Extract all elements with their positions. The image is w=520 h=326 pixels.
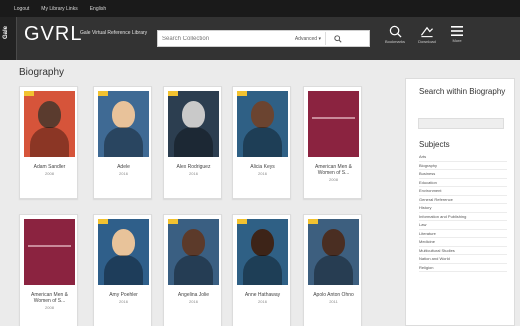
download-button[interactable]: Download xyxy=(412,25,442,55)
book-title[interactable]: Apolo Anton Ohno xyxy=(306,292,361,298)
book-date: 2016 xyxy=(189,171,198,176)
book-card[interactable]: Angelina Jolie 2016 xyxy=(163,214,222,326)
subject-link[interactable]: Literature xyxy=(419,230,507,238)
book-cover[interactable] xyxy=(237,219,288,285)
book-card[interactable]: Adam Sandler 2008 xyxy=(19,86,78,199)
book-title[interactable]: Adele xyxy=(96,164,151,170)
page-title: Biography xyxy=(19,67,65,78)
bookmarks-button[interactable]: Bookmarks xyxy=(380,25,410,55)
subject-link[interactable]: Information and Publishing xyxy=(419,213,507,221)
book-card[interactable]: American Men & Women of S... 2008 xyxy=(303,86,362,199)
book-date: 2008 xyxy=(329,177,338,182)
bookmarks-icon xyxy=(389,25,402,38)
subjects-heading: Subjects xyxy=(419,140,450,149)
subject-link[interactable]: General Reference xyxy=(419,196,507,204)
book-title[interactable]: Alex Rodriguez xyxy=(166,164,221,170)
brand-logo[interactable]: GVRL xyxy=(24,23,82,46)
book-date: 2008 xyxy=(45,171,54,176)
book-card[interactable]: Anne Hathaway 2016 xyxy=(232,214,291,326)
download-icon xyxy=(420,26,433,38)
utility-bar: Logout My Library Links English xyxy=(0,0,520,17)
book-cover[interactable] xyxy=(237,91,288,157)
book-date: 2016 xyxy=(189,299,198,304)
book-card[interactable]: Adele 2016 xyxy=(93,86,152,199)
book-date: 2008 xyxy=(45,305,54,310)
search-input[interactable] xyxy=(158,32,288,45)
menu-icon xyxy=(451,26,463,36)
brand-subtitle: Gale Virtual Reference Library xyxy=(80,30,148,36)
logout-link[interactable]: Logout xyxy=(14,6,29,12)
book-title[interactable]: Amy Poehler xyxy=(96,292,151,298)
subject-link[interactable]: Biography xyxy=(419,162,507,170)
book-title[interactable]: American Men & Women of S... xyxy=(22,292,77,304)
book-date: 2011 xyxy=(329,299,338,304)
subject-link[interactable]: Medicine xyxy=(419,238,507,247)
subject-link[interactable]: Religion xyxy=(419,264,507,272)
search-button[interactable] xyxy=(326,32,349,45)
book-title[interactable]: Alicia Keys xyxy=(235,164,290,170)
book-card[interactable]: American Men & Women of S... 2008 xyxy=(19,214,78,326)
book-title[interactable]: Adam Sandler xyxy=(22,164,77,170)
book-title[interactable]: Anne Hathaway xyxy=(235,292,290,298)
search-within-heading: Search within Biography xyxy=(419,87,506,96)
subject-link[interactable]: Law xyxy=(419,221,507,230)
more-menu-button[interactable]: More xyxy=(442,25,472,55)
book-cover[interactable] xyxy=(308,91,359,157)
search-within-input[interactable] xyxy=(418,118,504,129)
search-mode-select[interactable]: Advanced ▾ xyxy=(288,32,326,45)
book-date: 2016 xyxy=(119,171,128,176)
book-card[interactable]: Alex Rodriguez 2016 xyxy=(163,86,222,199)
book-title[interactable]: American Men & Women of S... xyxy=(306,164,361,176)
book-cover[interactable] xyxy=(98,219,149,285)
subject-link[interactable]: Environment xyxy=(419,187,507,196)
subject-link[interactable]: History xyxy=(419,204,507,213)
book-cover[interactable] xyxy=(308,219,359,285)
book-date: 2016 xyxy=(258,299,267,304)
gale-tab[interactable]: Gale xyxy=(0,17,17,60)
subject-link[interactable]: Business xyxy=(419,170,507,179)
subject-link[interactable]: Multicultural Studies xyxy=(419,247,507,255)
book-cover[interactable] xyxy=(168,91,219,157)
sidebar: Search within Biography Subjects Arts Bio… xyxy=(405,78,515,326)
subjects-list: Arts Biography Business Education Environmen… xyxy=(419,153,507,272)
subject-link[interactable]: Nation and World xyxy=(419,255,507,264)
subject-link[interactable]: Education xyxy=(419,179,507,187)
book-date: 2016 xyxy=(119,299,128,304)
header: Gale GVRL Gale Virtual Reference Library… xyxy=(0,17,520,60)
book-title[interactable]: Angelina Jolie xyxy=(166,292,221,298)
subject-link[interactable]: Arts xyxy=(419,153,507,162)
book-card[interactable]: Apolo Anton Ohno 2011 xyxy=(303,214,362,326)
search-icon xyxy=(333,34,342,43)
book-cover[interactable] xyxy=(24,91,75,157)
book-cover[interactable] xyxy=(98,91,149,157)
book-card[interactable]: Alicia Keys 2016 xyxy=(232,86,291,199)
my-library-links[interactable]: My Library Links xyxy=(41,6,77,12)
book-date: 2016 xyxy=(258,171,267,176)
book-card[interactable]: Amy Poehler 2016 xyxy=(93,214,152,326)
language-link[interactable]: English xyxy=(90,6,106,12)
book-cover[interactable] xyxy=(168,219,219,285)
search-box: Advanced ▾ xyxy=(157,30,370,47)
book-cover[interactable] xyxy=(24,219,75,285)
